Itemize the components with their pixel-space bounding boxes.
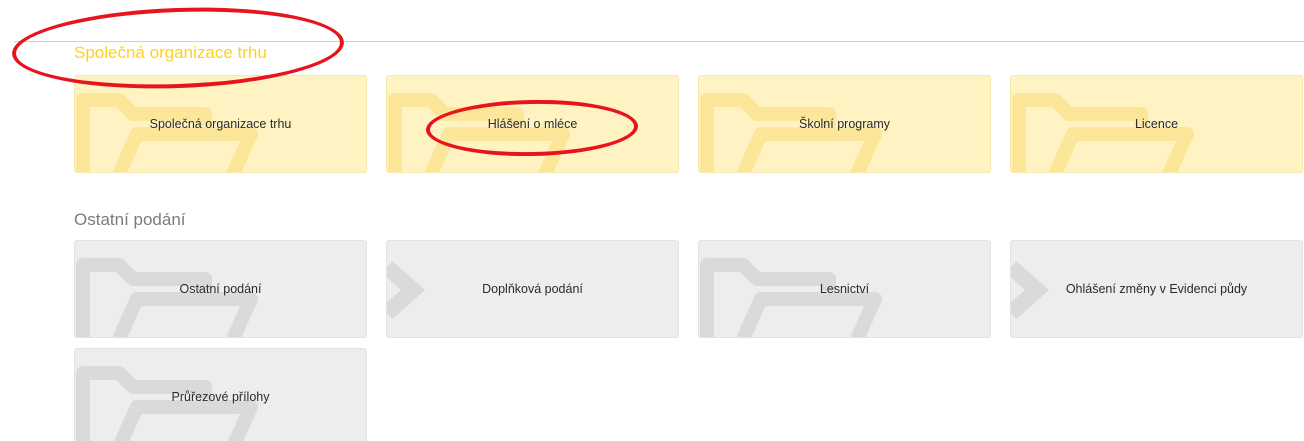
tile-label: Školní programy — [798, 117, 890, 131]
tile-ostatni-podani[interactable]: Ostatní podání — [74, 240, 367, 338]
tile-hlaseni-o-mlece[interactable]: Hlášení o mléce — [386, 75, 679, 173]
tile-label: Průřezové přílohy — [171, 390, 270, 404]
tile-lesnictvi[interactable]: Lesnictví — [698, 240, 991, 338]
section-divider — [14, 41, 1304, 42]
tile-label: Lesnictví — [819, 282, 870, 296]
tile-label: Ostatní podání — [179, 282, 262, 296]
tile-doplnkova-podani[interactable]: Doplňková podání — [386, 240, 679, 338]
tile-licence[interactable]: Licence — [1010, 75, 1303, 173]
tile-label: Společná organizace trhu — [149, 117, 292, 131]
tile-ohlaseni-zmeny-v-evidenci-pudy[interactable]: Ohlášení změny v Evidenci půdy — [1010, 240, 1303, 338]
tile-label: Hlášení o mléce — [487, 117, 578, 131]
page-root: Společná organizace trhu Společná organi… — [0, 0, 1304, 441]
tile-spolecna-organizace-trhu[interactable]: Společná organizace trhu — [74, 75, 367, 173]
tile-label: Licence — [1134, 117, 1179, 131]
tile-skolni-programy[interactable]: Školní programy — [698, 75, 991, 173]
section-title-ostatni-podani: Ostatní podání — [74, 210, 186, 229]
section-title-spolecna-organizace-trhu: Společná organizace trhu — [74, 43, 267, 62]
tile-prurezove-prilohy[interactable]: Průřezové přílohy — [74, 348, 367, 441]
tile-label: Doplňková podání — [482, 282, 583, 296]
tile-label: Ohlášení změny v Evidenci půdy — [1065, 282, 1248, 296]
